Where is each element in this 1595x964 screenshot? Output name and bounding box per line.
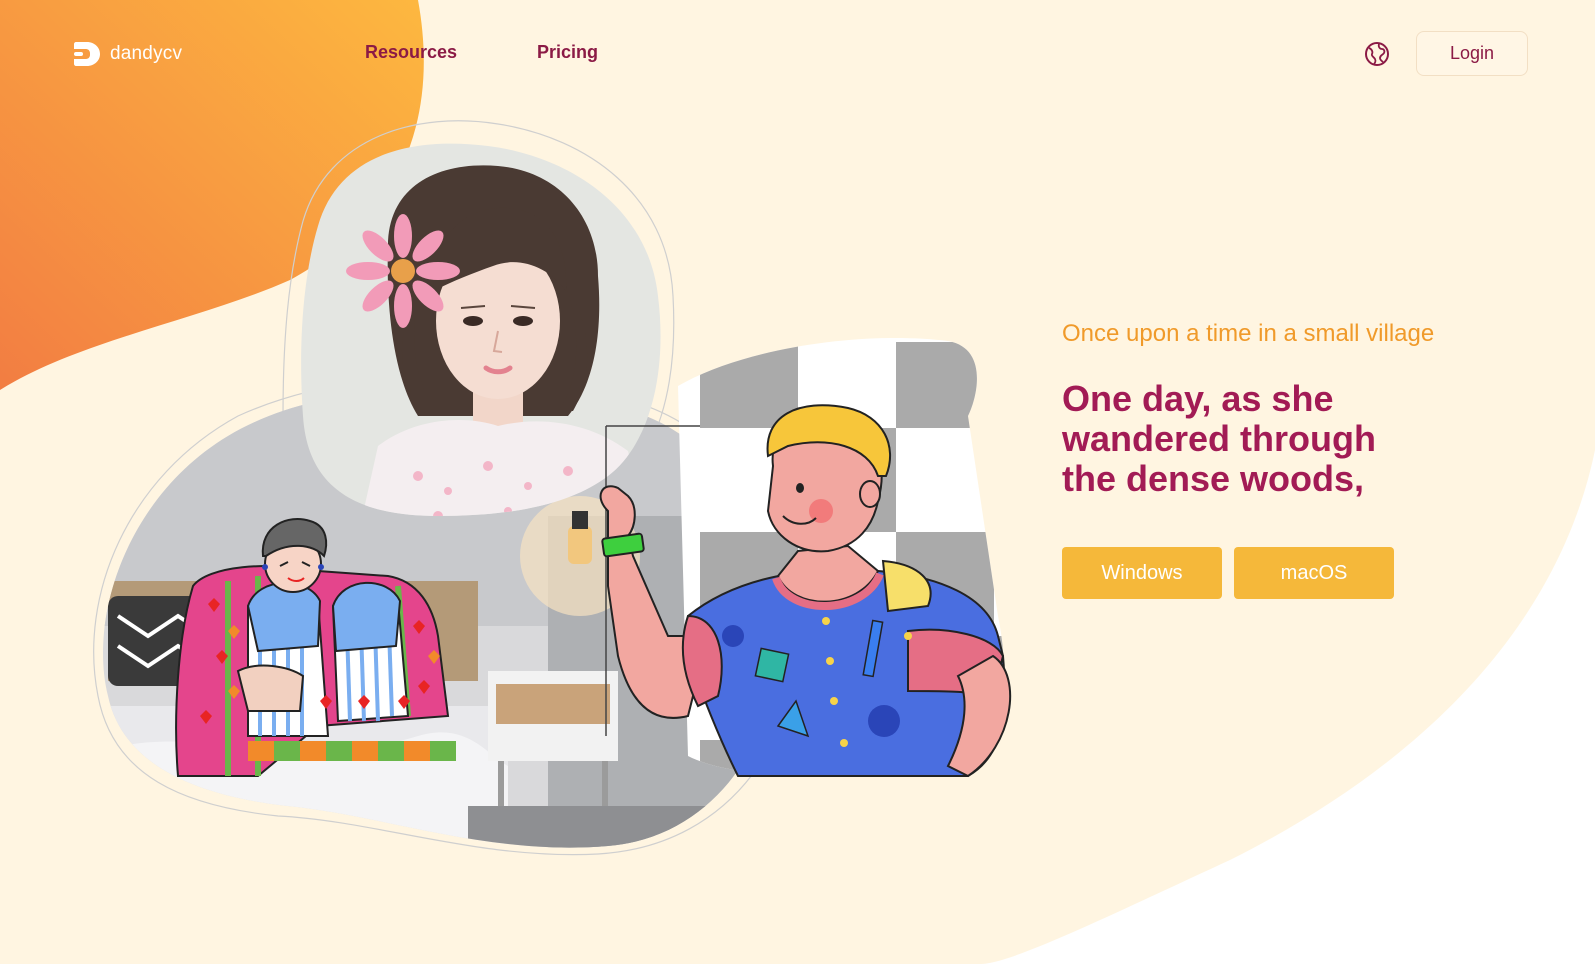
- nav-resources[interactable]: Resources: [365, 42, 457, 63]
- language-button[interactable]: [1363, 40, 1391, 68]
- globe-icon: [1365, 42, 1389, 66]
- brand-name: dandycv: [110, 43, 183, 64]
- hero-headline: One day, as she wandered through the den…: [1062, 378, 1376, 500]
- hero-content: Once upon a time in a small village One …: [1062, 318, 1522, 600]
- hero-eyebrow: Once upon a time in a small village: [1062, 320, 1435, 347]
- download-buttons: Windows macOS: [1062, 547, 1522, 600]
- hero-illustration: [93, 120, 1012, 856]
- site-header: dandycv Resources Pricing Login: [0, 0, 1595, 108]
- login-button[interactable]: Login: [1416, 31, 1528, 76]
- macos-download-button[interactable]: macOS: [1234, 547, 1394, 600]
- windows-download-button[interactable]: Windows: [1062, 547, 1222, 600]
- nav-pricing[interactable]: Pricing: [537, 42, 598, 63]
- brand-logo[interactable]: dandycv: [74, 40, 182, 68]
- logo-icon: [74, 42, 100, 66]
